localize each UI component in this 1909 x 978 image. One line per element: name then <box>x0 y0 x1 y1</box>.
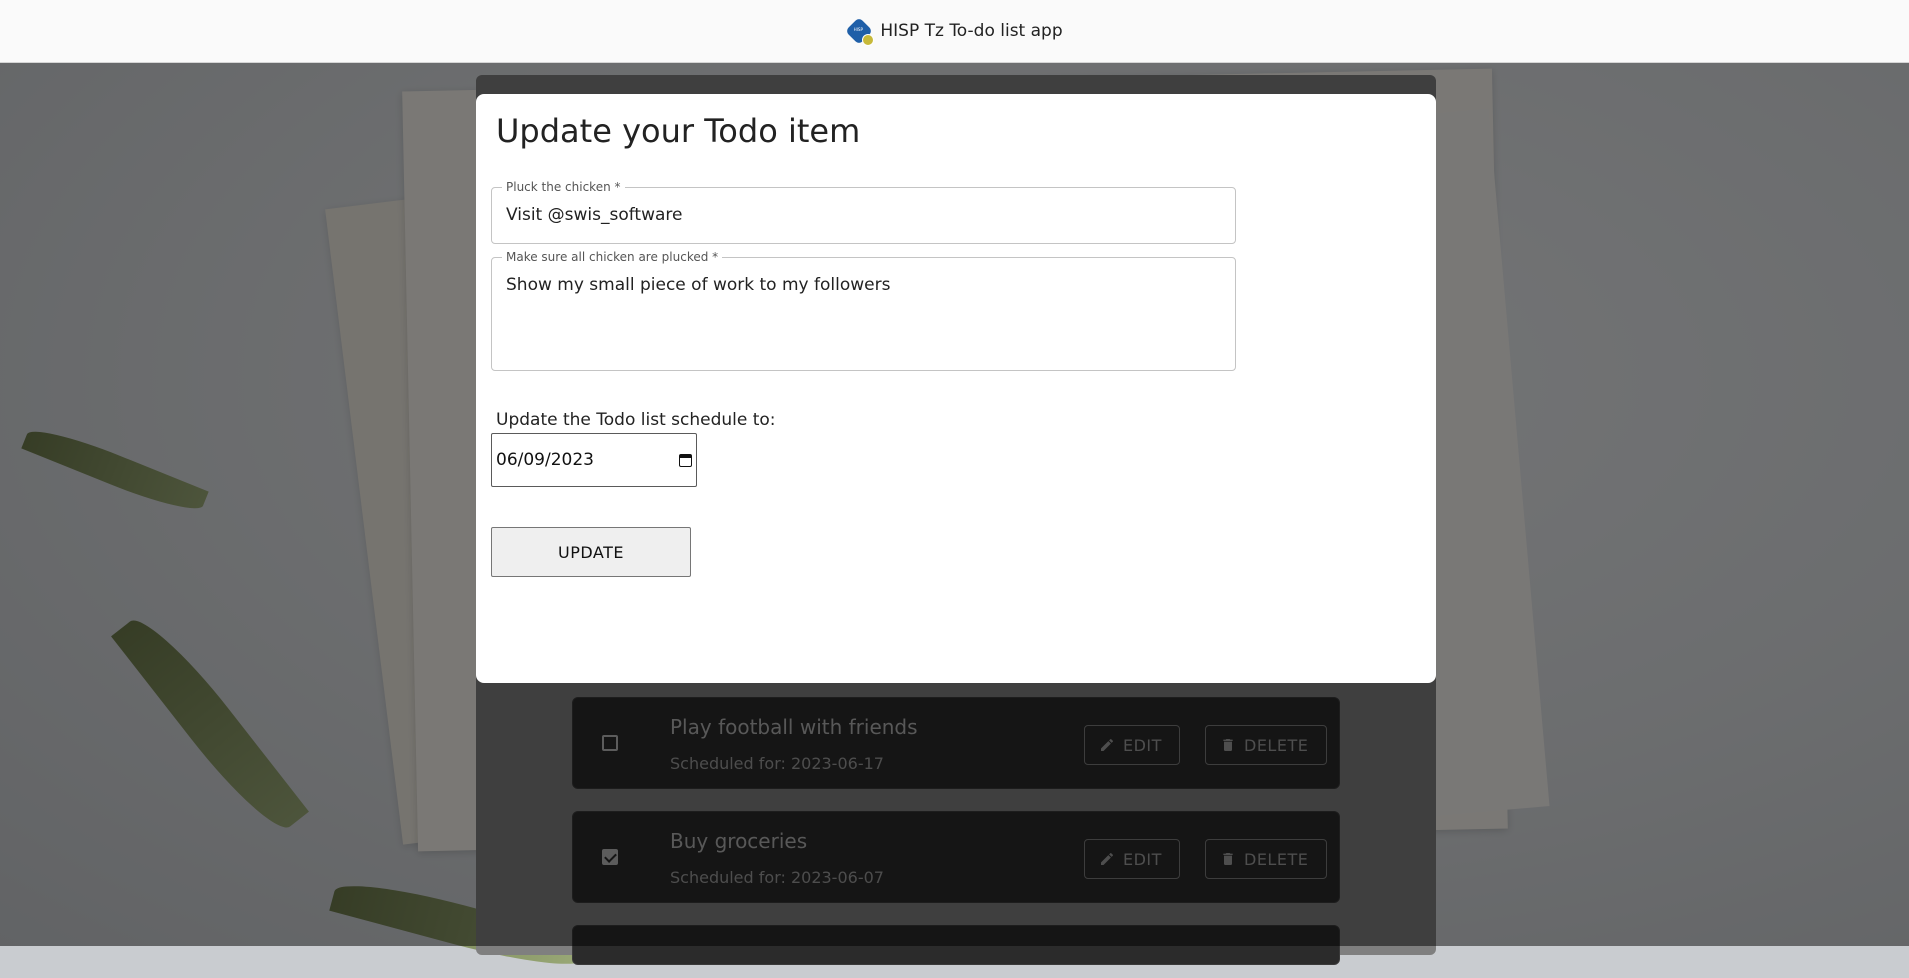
title-input[interactable] <box>506 205 1206 225</box>
app-title: HISP Tz To-do list app <box>880 21 1063 41</box>
description-field[interactable]: Make sure all chicken are plucked * Show… <box>491 250 1236 371</box>
calendar-icon[interactable] <box>679 453 692 467</box>
update-todo-modal: Update your Todo item Pluck the chicken … <box>476 94 1436 683</box>
hisp-logo-icon <box>845 17 875 46</box>
date-value: 06/09/2023 <box>496 450 594 470</box>
title-field-label: Pluck the chicken * <box>502 180 625 194</box>
description-input[interactable]: Show my small piece of work to my follow… <box>506 275 1206 355</box>
schedule-label: Update the Todo list schedule to: <box>496 410 776 430</box>
update-button[interactable]: UPDATE <box>491 527 691 577</box>
description-field-label: Make sure all chicken are plucked * <box>502 250 723 264</box>
app-header: HISP Tz To-do list app <box>0 0 1909 63</box>
modal-title: Update your Todo item <box>496 112 861 150</box>
date-input[interactable]: 06/09/2023 <box>491 433 697 487</box>
title-field[interactable]: Pluck the chicken * <box>491 180 1236 244</box>
